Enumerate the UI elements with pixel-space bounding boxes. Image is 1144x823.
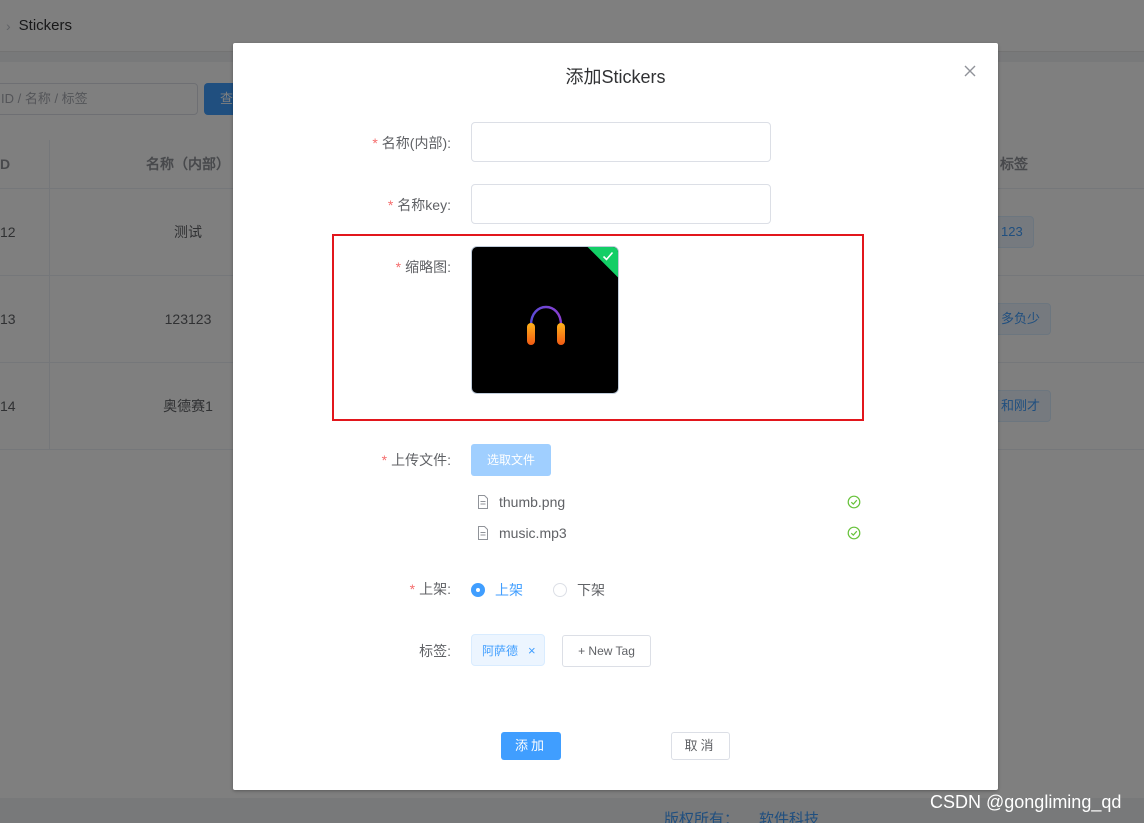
close-icon[interactable]: × bbox=[528, 643, 536, 658]
check-icon bbox=[602, 251, 614, 261]
file-list-item[interactable]: music.mp3 bbox=[471, 520, 861, 546]
tags-label: 标签: bbox=[419, 643, 451, 659]
required-mark: * bbox=[387, 197, 394, 213]
name-key-label-text: 名称key: bbox=[397, 197, 451, 213]
file-list-item[interactable]: thumb.png bbox=[471, 489, 861, 515]
circle-check-icon bbox=[847, 495, 861, 509]
required-mark: * bbox=[372, 135, 378, 151]
radio-listed-label: 上架 bbox=[495, 582, 523, 598]
headphones-icon bbox=[527, 306, 565, 345]
file-name: thumb.png bbox=[499, 494, 566, 510]
dialog-title: 添加Stickers bbox=[565, 67, 666, 87]
radio-dot bbox=[553, 583, 567, 597]
select-file-button[interactable]: 选取文件 bbox=[471, 444, 551, 476]
document-icon bbox=[478, 495, 488, 509]
radio-listed[interactable]: 上架 bbox=[471, 580, 523, 600]
radio-unlisted[interactable]: 下架 bbox=[553, 580, 605, 600]
listing-label: * 上架: bbox=[410, 579, 451, 599]
file-name: music.mp3 bbox=[499, 525, 567, 541]
thumbnail-label: * 缩略图: bbox=[396, 257, 451, 277]
thumbnail-label-text: 缩略图: bbox=[405, 259, 451, 275]
required-mark: * bbox=[409, 581, 416, 597]
name-internal-label: * 名称(内部): bbox=[372, 133, 451, 153]
name-internal-label-text: 名称(内部): bbox=[381, 135, 451, 151]
name-key-label: * 名称key: bbox=[388, 195, 451, 215]
radio-unlisted-label: 下架 bbox=[577, 582, 605, 598]
new-tag-button[interactable]: + New Tag bbox=[562, 635, 651, 667]
add-sticker-dialog: 添加Stickers * 名称(内部): * 名称key: * 缩略图: * 上… bbox=[233, 43, 998, 790]
tag-chip-label: 阿萨德 bbox=[482, 643, 519, 658]
required-mark: * bbox=[395, 259, 402, 275]
tag-chip: 阿萨德 × bbox=[471, 634, 545, 666]
close-icon[interactable] bbox=[961, 62, 979, 80]
circle-check-icon bbox=[847, 526, 861, 540]
upload-label: * 上传文件: bbox=[382, 450, 451, 470]
add-button[interactable]: 添加 bbox=[501, 732, 561, 760]
upload-label-text: 上传文件: bbox=[391, 452, 451, 468]
name-key-input[interactable] bbox=[471, 184, 771, 224]
required-mark: * bbox=[381, 452, 388, 468]
radio-dot bbox=[471, 583, 485, 597]
cancel-button[interactable]: 取消 bbox=[671, 732, 730, 760]
thumbnail-uploader[interactable] bbox=[471, 246, 619, 394]
document-icon bbox=[478, 526, 488, 540]
name-internal-input[interactable] bbox=[471, 122, 771, 162]
watermark: CSDN @gongliming_qd bbox=[930, 792, 1122, 812]
listing-label-text: 上架: bbox=[419, 581, 451, 597]
